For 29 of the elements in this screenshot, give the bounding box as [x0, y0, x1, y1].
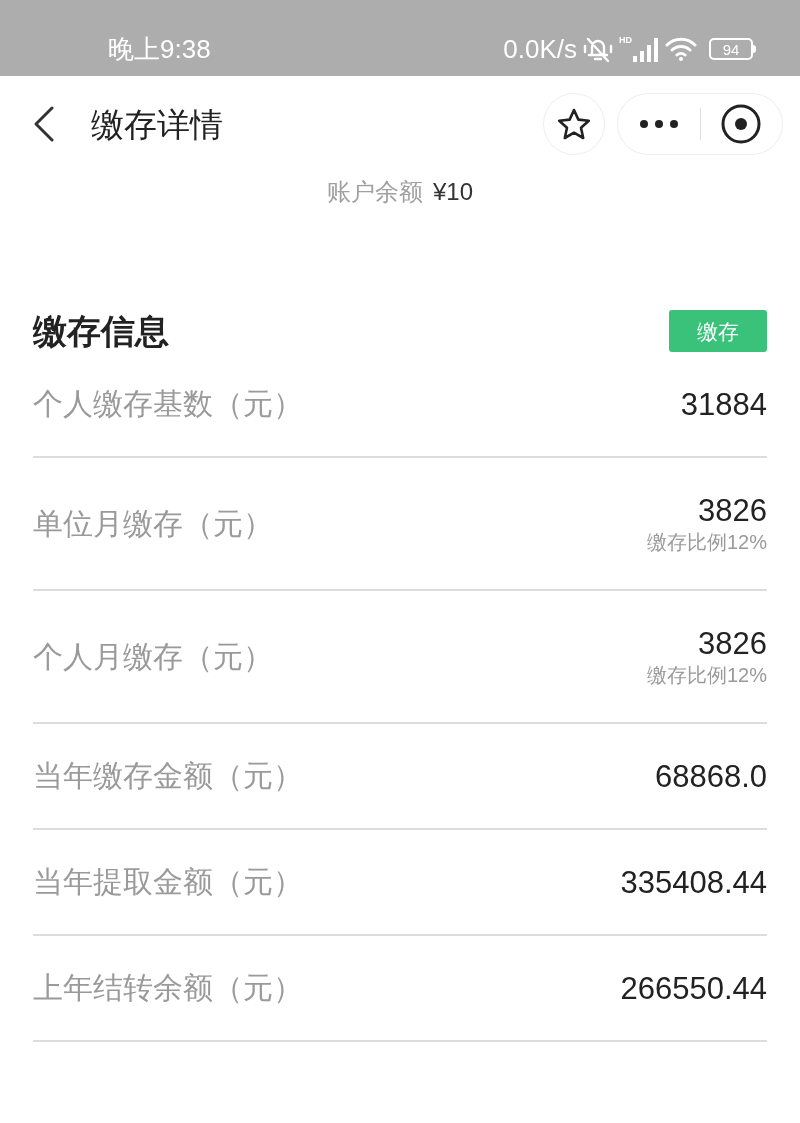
field-value: 68868.0: [654, 760, 767, 792]
field-value: 3826: [698, 628, 767, 659]
target-icon: [721, 104, 762, 144]
back-icon[interactable]: [33, 106, 55, 142]
more-icon: [639, 120, 678, 128]
field-label: 单位月缴存（元）: [33, 508, 273, 539]
section-title: 缴存信息: [33, 314, 169, 348]
field-value: 31884: [680, 388, 767, 420]
field-value: 335408.44: [620, 866, 767, 898]
ratio-note: 缴存比例12%: [646, 665, 767, 685]
field-label: 当年提取金额（元）: [33, 867, 303, 897]
field-label: 个人月缴存（元）: [33, 641, 273, 672]
signal-icon: [633, 36, 659, 62]
battery-indicator: 94: [709, 38, 756, 60]
network-speed: 0.0K/s: [503, 36, 577, 62]
balance-label: 账户余额: [326, 180, 423, 204]
wifi-icon: [665, 36, 697, 62]
balance-value: ¥10: [432, 180, 473, 204]
page-title: 缴存详情: [91, 107, 223, 141]
field-label: 当年缴存金额（元）: [33, 761, 303, 791]
status-time: 晚上9:38: [108, 36, 211, 62]
field-label: 上年结转余额（元）: [33, 973, 303, 1003]
star-icon: [557, 107, 591, 141]
deposit-button[interactable]: 缴存: [669, 310, 767, 352]
field-value: 266550.44: [620, 972, 767, 1004]
hd-label: HD: [619, 36, 632, 45]
ratio-note: 缴存比例12%: [646, 532, 767, 552]
field-value: 3826: [698, 495, 767, 526]
field-label: 个人缴存基数（元）: [33, 389, 303, 419]
